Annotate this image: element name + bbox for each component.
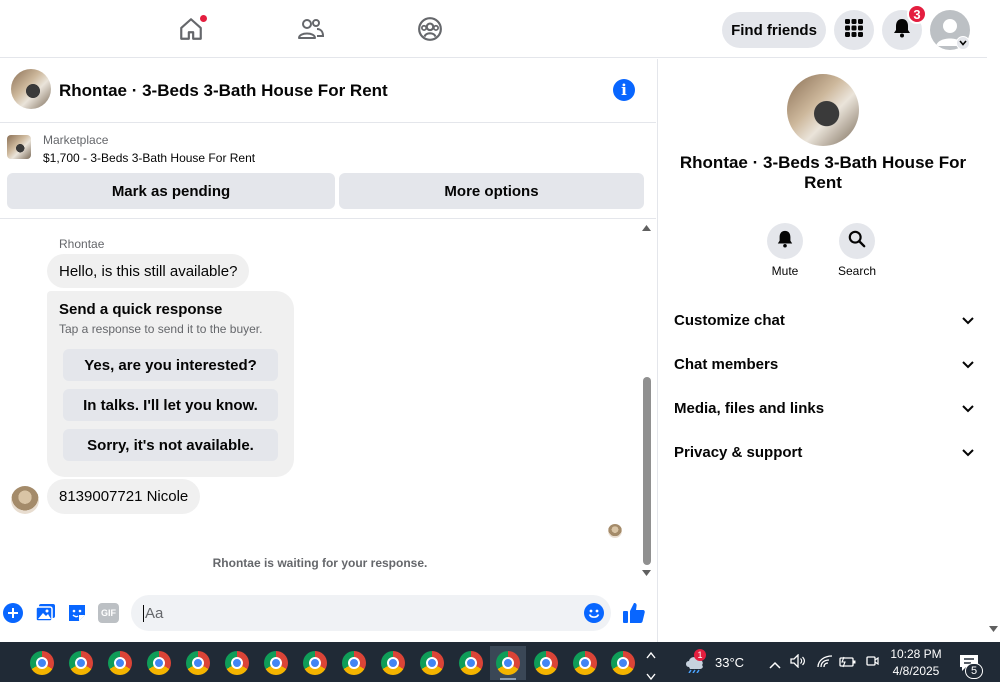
chrome-icon[interactable]: [219, 646, 255, 680]
plus-icon[interactable]: [3, 603, 23, 623]
clock-time[interactable]: 10:28 PM: [888, 647, 944, 661]
chat-details-panel: Rhontae · 3-Beds 3-Bath House For Rent M…: [657, 59, 987, 642]
search-icon: [848, 230, 866, 253]
sender-avatar[interactable]: [11, 486, 39, 514]
notification-count-badge: 3: [907, 4, 927, 24]
chrome-icon[interactable]: [180, 646, 216, 680]
top-navigation: Find friends 3: [0, 0, 987, 58]
photo-icon[interactable]: [35, 603, 56, 628]
chrome-icon[interactable]: [63, 646, 99, 680]
chrome-icon[interactable]: [141, 646, 177, 680]
quick-response-option[interactable]: Sorry, it's not available.: [63, 429, 278, 461]
account-chevron-down-icon[interactable]: [956, 36, 970, 50]
mute-label: Mute: [771, 264, 799, 278]
mark-as-pending-button[interactable]: Mark as pending: [7, 173, 335, 209]
emoji-icon[interactable]: [584, 603, 604, 623]
chat-scrollbar-thumb[interactable]: [643, 377, 651, 565]
quick-response-option[interactable]: In talks. I'll let you know.: [63, 389, 278, 421]
listing-avatar[interactable]: [11, 69, 51, 109]
chrome-icon[interactable]: [605, 646, 641, 680]
section-label: Media, files and links: [674, 399, 825, 417]
battery-icon[interactable]: [839, 655, 857, 673]
wifi-icon[interactable]: [817, 654, 833, 673]
chrome-icon[interactable]: [102, 646, 138, 680]
home-icon[interactable]: [176, 14, 208, 44]
message-bubble[interactable]: 8139007721 Nicole: [47, 479, 201, 514]
search-button[interactable]: [839, 223, 875, 259]
info-icon[interactable]: i: [613, 79, 635, 101]
bell-icon: [892, 18, 912, 43]
search-label: Search: [837, 264, 877, 278]
bell-icon: [776, 230, 794, 253]
quick-response-subtitle: Tap a response to send it to the buyer.: [59, 322, 263, 336]
chat-header: Rhontae · 3-Beds 3-Bath House For Rent i: [0, 59, 656, 123]
friends-icon[interactable]: [296, 14, 326, 44]
chevron-down-icon: [962, 356, 974, 373]
taskbar-scroll-down-icon[interactable]: [646, 668, 656, 686]
chrome-icon[interactable]: [414, 646, 450, 680]
chrome-icon[interactable]: [336, 646, 372, 680]
windows-taskbar: 1 33°C 10:28 PM 4/8/2025 5: [0, 642, 1000, 682]
volume-icon[interactable]: [790, 653, 806, 673]
chevron-up-icon[interactable]: [769, 656, 781, 674]
sender-name: Rhontae: [59, 237, 105, 251]
home-notification-dot: [199, 14, 208, 23]
mute-button[interactable]: [767, 223, 803, 259]
listing-price-title[interactable]: $1,700 - 3-Beds 3-Bath House For Rent: [43, 151, 255, 165]
grid-icon: [844, 18, 864, 43]
message-bubble[interactable]: Hello, is this still available?: [47, 254, 250, 288]
chat-title[interactable]: Rhontae · 3-Beds 3-Bath House For Rent: [59, 81, 388, 101]
chrome-icon[interactable]: [567, 646, 603, 680]
meet-now-icon[interactable]: [864, 654, 880, 673]
marketplace-listing-bar: Marketplace $1,700 - 3-Beds 3-Bath House…: [0, 123, 656, 219]
weather-alert-badge: 1: [694, 649, 706, 661]
more-options-button[interactable]: More options: [339, 173, 644, 209]
text-cursor: [143, 604, 144, 622]
chrome-icon-active[interactable]: [490, 646, 526, 680]
chrome-icon[interactable]: [528, 646, 564, 680]
chrome-icon[interactable]: [453, 646, 489, 680]
chevron-down-icon: [962, 312, 974, 329]
temperature[interactable]: 33°C: [715, 655, 744, 670]
details-title: Rhontae · 3-Beds 3-Bath House For Rent: [679, 153, 967, 192]
waiting-status: Rhontae is waiting for your response.: [212, 556, 428, 570]
chevron-down-icon: [962, 444, 974, 461]
taskbar-scroll-up-icon[interactable]: [646, 646, 656, 664]
section-label: Chat members: [674, 355, 779, 373]
chrome-icon[interactable]: [24, 646, 60, 680]
listing-profile-photo[interactable]: [787, 74, 859, 146]
chrome-icon[interactable]: [297, 646, 333, 680]
quick-response-card: Send a quick response Tap a response to …: [47, 291, 294, 477]
page-scrollbar[interactable]: [987, 0, 1000, 642]
chevron-down-icon: [962, 400, 974, 417]
groups-icon[interactable]: [415, 14, 445, 44]
listing-thumbnail[interactable]: [7, 135, 31, 159]
like-thumb-icon[interactable]: [622, 601, 646, 630]
section-label: Privacy & support: [674, 443, 803, 461]
message-input-placeholder: Aa: [145, 604, 164, 622]
find-friends-button[interactable]: Find friends: [722, 12, 826, 48]
seen-receipt-avatar: [608, 524, 622, 538]
customize-chat-row[interactable]: Customize chat: [674, 300, 974, 340]
quick-response-option[interactable]: Yes, are you interested?: [63, 349, 278, 381]
marketplace-label: Marketplace: [43, 133, 109, 147]
clock-date[interactable]: 4/8/2025: [888, 664, 944, 678]
quick-response-title: Send a quick response: [59, 301, 223, 318]
gif-icon[interactable]: GIF: [98, 603, 119, 623]
chrome-icon[interactable]: [375, 646, 411, 680]
sticker-icon[interactable]: [67, 603, 87, 628]
message-input[interactable]: Aa: [131, 595, 611, 631]
menu-grid-button[interactable]: [834, 10, 874, 50]
media-files-links-row[interactable]: Media, files and links: [674, 388, 974, 428]
message-composer: GIF Aa: [0, 592, 656, 636]
notification-center-count: 5: [965, 663, 983, 679]
chat-members-row[interactable]: Chat members: [674, 344, 974, 384]
section-label: Customize chat: [674, 311, 785, 329]
chrome-icon[interactable]: [258, 646, 294, 680]
privacy-support-row[interactable]: Privacy & support: [674, 432, 974, 472]
message-list: Rhontae Hello, is this still available? …: [0, 220, 640, 582]
